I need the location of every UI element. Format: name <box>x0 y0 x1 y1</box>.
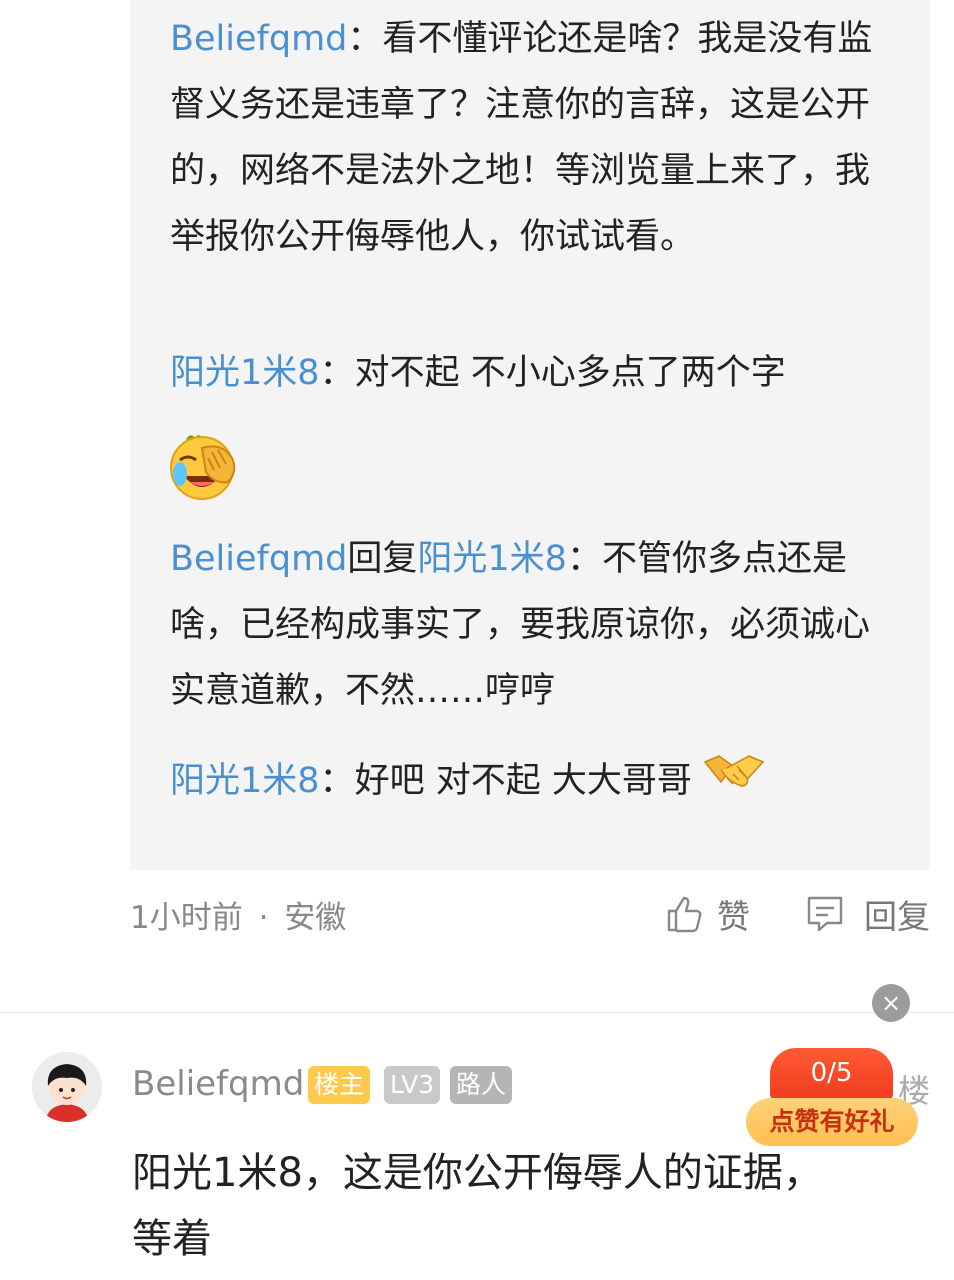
reply-username[interactable]: Beliefqmd <box>170 539 347 579</box>
like-button[interactable]: 赞 <box>665 890 750 938</box>
owner-badge: 楼主 <box>308 1066 371 1104</box>
thumbs-up-icon <box>667 896 702 933</box>
timestamp: 1小时前 <box>130 900 243 936</box>
reply-text: 对不起 不小心多点了两个字 <box>354 353 786 393</box>
reply-text: 好吧 对不起 大大哥哥 <box>354 761 692 801</box>
reply-separator: ： <box>566 539 602 579</box>
reply-item[interactable]: 阳光1米8：好吧 对不起 大大哥哥 <box>170 748 890 816</box>
reply-button[interactable]: 回复 <box>804 890 930 938</box>
reply-separator: ： <box>319 761 355 801</box>
reply-item[interactable]: 阳光1米8：对不起 不小心多点了两个字 <box>170 340 890 406</box>
close-icon[interactable]: × <box>872 984 910 1022</box>
reply-username[interactable]: 阳光1米8 <box>170 761 320 801</box>
level-badge: LV3 <box>384 1066 441 1104</box>
divider <box>0 1012 954 1013</box>
like-reward-counter[interactable]: 0/5 <box>770 1048 893 1100</box>
handshake-emoji-icon <box>703 748 765 816</box>
reply-separator: ： <box>319 353 355 393</box>
meta-separator: · <box>258 900 269 936</box>
like-label: 赞 <box>717 897 750 936</box>
reply-target-username[interactable]: 阳光1米8 <box>417 539 567 579</box>
like-reward-button[interactable]: 点赞有好礼 <box>746 1098 918 1146</box>
reply-connector: 回复 <box>347 539 418 579</box>
reply-username[interactable]: 阳光1米8 <box>170 353 320 393</box>
reply-item[interactable]: Beliefqmd：看不懂评论还是啥？我是没有监督义务还是违章了？注意你的言辞，… <box>170 6 890 270</box>
comment-meta: 1小时前 · 安徽 <box>130 892 346 937</box>
comment-author[interactable]: Beliefqmd <box>132 1064 304 1104</box>
reply-label: 回复 <box>864 897 930 936</box>
comment-text: 阳光1米8，这是你公开侮辱人的证据，等着 <box>132 1150 823 1262</box>
avatar[interactable] <box>32 1052 102 1122</box>
reply-thread: Beliefqmd：看不懂评论还是啥？我是没有监督义务还是违章了？注意你的言辞，… <box>130 0 930 870</box>
reply-item[interactable]: Beliefqmd回复阳光1米8：不管你多点还是啥，已经构成事实了，要我原谅你，… <box>170 526 890 724</box>
facepalm-laugh-emoji-icon <box>168 430 238 506</box>
comment-icon <box>807 896 843 932</box>
reply-separator: ： <box>347 19 383 59</box>
reply-username[interactable]: Beliefqmd <box>170 19 347 59</box>
location: 安徽 <box>284 900 347 936</box>
title-badge: 路人 <box>450 1066 513 1104</box>
